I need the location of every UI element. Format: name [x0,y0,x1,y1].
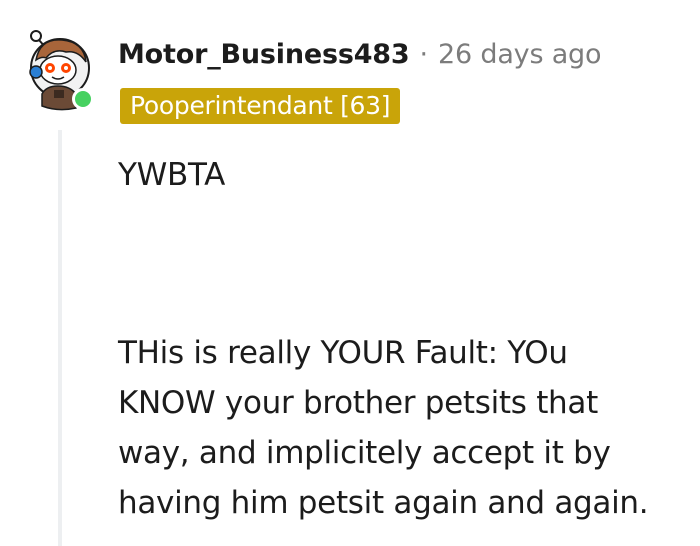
user-flair-badge: Pooperintendant [63] [120,88,401,124]
thread-collapse-line[interactable] [58,130,62,546]
timestamp-link[interactable]: 26 days ago [438,39,601,70]
comment-line: way, and implicitely accept it by [118,435,611,471]
comment-line: THis is really YOUR Fault: YOu [118,335,568,371]
meta-separator: · [419,38,429,70]
comment: Motor_Business483 · 26 days ago Pooperin… [0,0,700,546]
comment-meta: Motor_Business483 · 26 days ago [118,34,602,74]
avatar[interactable] [26,30,98,114]
online-status-icon [72,88,94,110]
comment-paragraph: THis is really YOUR Fault: YOu KNOW your… [118,328,693,528]
username-link[interactable]: Motor_Business483 [118,39,410,70]
comment-line: KNOW your brother petsits that [118,385,598,421]
comment-body: YWBTA THis is really YOUR Fault: YOu KNO… [118,150,693,521]
comment-line: having him petsit again and again. [118,485,649,521]
comment-paragraph: YWBTA [118,157,226,193]
